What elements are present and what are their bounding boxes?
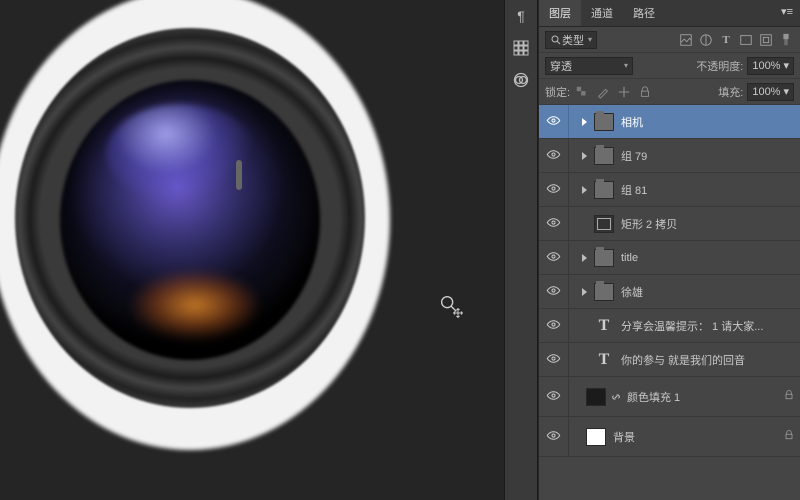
- tab-paths[interactable]: 路径: [623, 0, 665, 26]
- layer-row[interactable]: 组 81: [539, 173, 800, 207]
- chevron-down-icon: ▾: [783, 59, 789, 72]
- layer-thumbnail: T: [599, 317, 610, 335]
- chevron-down-icon: ▾: [783, 85, 789, 98]
- opacity-label: 不透明度:: [696, 58, 743, 74]
- right-toolstrip: ¶: [504, 0, 538, 500]
- layer-row[interactable]: 徐雄: [539, 275, 800, 309]
- canvas-scrollbar-thumb[interactable]: [236, 160, 242, 190]
- cc-libraries-icon[interactable]: [511, 70, 531, 90]
- opacity-value: 100%: [752, 60, 780, 72]
- layer-name[interactable]: 背景: [609, 429, 778, 445]
- fill-label: 填充:: [718, 84, 743, 100]
- blend-mode-value: 穿透: [550, 58, 572, 74]
- layer-name[interactable]: 矩形 2 拷贝: [617, 216, 778, 232]
- layer-thumbnail: [594, 147, 614, 165]
- paragraph-panel-icon[interactable]: ¶: [511, 6, 531, 26]
- filter-pixel-icon[interactable]: [678, 32, 694, 48]
- panel-tabs: 图层 通道 路径 ▾≡: [539, 0, 800, 27]
- layer-row[interactable]: T 分享会温馨提示： 1 请大家...: [539, 309, 800, 343]
- lock-transparency-icon[interactable]: [574, 84, 590, 100]
- filter-text-icon[interactable]: T: [718, 32, 734, 48]
- layer-name[interactable]: 组 79: [617, 148, 778, 164]
- layer-name[interactable]: 分享会温馨提示： 1 请大家...: [617, 318, 778, 334]
- layer-thumbnail: [586, 428, 606, 446]
- visibility-toggle-icon[interactable]: [546, 388, 561, 406]
- layer-row[interactable]: T 你的参与 就是我们的回音: [539, 343, 800, 377]
- tab-channels[interactable]: 通道: [581, 0, 623, 26]
- visibility-toggle-icon[interactable]: [546, 215, 561, 233]
- expand-triangle-icon[interactable]: [582, 254, 587, 262]
- blend-mode-dropdown[interactable]: 穿透 ▾: [545, 57, 633, 75]
- expand-triangle-icon[interactable]: [582, 288, 587, 296]
- chevron-down-icon: ▾: [624, 61, 628, 70]
- layer-thumbnail: [594, 181, 614, 199]
- layer-row[interactable]: 背景: [539, 417, 800, 457]
- layer-name[interactable]: 相机: [617, 114, 778, 130]
- expand-triangle-icon[interactable]: [582, 152, 587, 160]
- visibility-toggle-icon[interactable]: [546, 181, 561, 199]
- canvas-artwork-lens: [0, 0, 400, 460]
- visibility-toggle-icon[interactable]: [546, 147, 561, 165]
- filter-kind-dropdown[interactable]: 类型 ▾: [545, 31, 597, 49]
- cursor-move-icon: [438, 293, 460, 321]
- lock-pixels-icon[interactable]: [595, 84, 611, 100]
- layer-list[interactable]: 相机组 79 组 81 矩形 2 拷贝 title 徐雄 T 分享会温馨提示： 1 请大家.…: [539, 105, 800, 500]
- lock-row: 锁定: 填充: 100% ▾: [539, 79, 800, 105]
- layer-thumbnail: [594, 283, 614, 301]
- layer-name[interactable]: 你的参与 就是我们的回音: [617, 352, 778, 368]
- lock-all-icon[interactable]: [637, 84, 653, 100]
- layer-name[interactable]: 组 81: [617, 182, 778, 198]
- visibility-toggle-icon[interactable]: [546, 283, 561, 301]
- layer-row[interactable]: 矩形 2 拷贝: [539, 207, 800, 241]
- tab-layers[interactable]: 图层: [539, 0, 581, 26]
- visibility-toggle-icon[interactable]: [546, 428, 561, 446]
- lock-position-icon[interactable]: [616, 84, 632, 100]
- layer-thumbnail: [594, 249, 614, 267]
- filter-kind-label: 类型: [562, 32, 584, 48]
- layer-row[interactable]: 相机: [539, 105, 800, 139]
- chevron-down-icon: ▾: [588, 35, 592, 44]
- canvas-area[interactable]: [0, 0, 504, 500]
- align-panel-icon[interactable]: [511, 38, 531, 58]
- layer-thumbnail: [594, 113, 614, 131]
- filter-smartobject-icon[interactable]: [758, 32, 774, 48]
- expand-triangle-icon[interactable]: [582, 186, 587, 194]
- lock-icon: [783, 429, 795, 444]
- layer-name[interactable]: title: [617, 252, 778, 264]
- layer-name[interactable]: 徐雄: [617, 284, 778, 300]
- fill-input[interactable]: 100% ▾: [747, 83, 794, 101]
- visibility-toggle-icon[interactable]: [546, 113, 561, 131]
- layer-row[interactable]: 组 79: [539, 139, 800, 173]
- blend-row: 穿透 ▾ 不透明度: 100% ▾: [539, 53, 800, 79]
- filter-shape-icon[interactable]: [738, 32, 754, 48]
- layer-name[interactable]: 颜色填充 1: [623, 389, 778, 405]
- layers-panel: 图层 通道 路径 ▾≡ 类型 ▾ T 穿透 ▾ 不透明度: 100% ▾ 锁定:: [538, 0, 800, 500]
- layer-filter-row: 类型 ▾ T: [539, 27, 800, 53]
- visibility-toggle-icon[interactable]: [546, 351, 561, 369]
- panel-flyout-menu-icon[interactable]: ▾≡: [774, 0, 800, 26]
- link-icon: [609, 392, 623, 402]
- visibility-toggle-icon[interactable]: [546, 249, 561, 267]
- layer-thumbnail: [586, 388, 606, 406]
- expand-triangle-icon[interactable]: [582, 118, 587, 126]
- layer-thumbnail: [594, 215, 614, 233]
- layer-row[interactable]: 颜色填充 1: [539, 377, 800, 417]
- opacity-input[interactable]: 100% ▾: [747, 57, 794, 75]
- filter-toggle-switch[interactable]: [778, 32, 794, 48]
- layer-row[interactable]: title: [539, 241, 800, 275]
- filter-adjustment-icon[interactable]: [698, 32, 714, 48]
- layer-thumbnail: T: [599, 351, 610, 369]
- fill-value: 100%: [752, 86, 780, 98]
- lock-icon: [783, 389, 795, 404]
- visibility-toggle-icon[interactable]: [546, 317, 561, 335]
- lock-label: 锁定:: [545, 84, 570, 100]
